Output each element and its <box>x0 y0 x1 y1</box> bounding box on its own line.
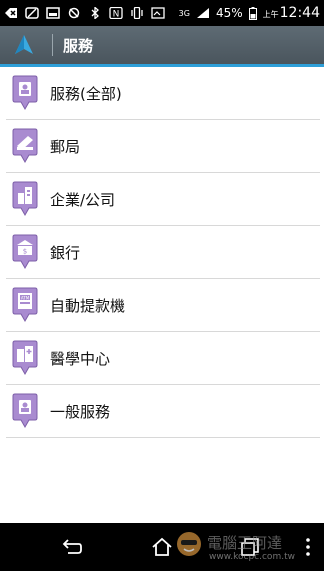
image-notification-icon <box>46 7 60 19</box>
signal-icon <box>196 8 209 18</box>
back-notification-icon <box>5 8 17 18</box>
general-service-icon <box>12 393 38 429</box>
service-category-list: 服務(全部) 郵局 企業/公司 $ 銀行 ATM 自動提款機 醫學中心 一般服務 <box>6 67 320 438</box>
company-icon <box>12 181 38 217</box>
list-item-service-all[interactable]: 服務(全部) <box>6 67 320 120</box>
svg-text:ATM: ATM <box>21 295 30 300</box>
post-office-icon <box>12 128 38 164</box>
status-bar-notifications: N <box>4 7 179 19</box>
watermark: 電腦王阿達 www.kocpc.com.tw <box>175 526 324 568</box>
watermark-url: www.kocpc.com.tw <box>209 552 295 562</box>
watermark-title: 電腦王阿達 <box>207 534 283 552</box>
vibrate-icon <box>131 7 143 19</box>
battery-icon <box>248 6 257 20</box>
list-item-label: 醫學中心 <box>50 349 111 368</box>
svg-text:N: N <box>113 10 120 20</box>
app-logo-icon[interactable] <box>12 33 36 57</box>
status-bar: N 3G 45% 上午 12:44 <box>0 0 324 26</box>
sync-icon <box>68 7 80 19</box>
page-title: 服務 <box>63 36 94 55</box>
list-item-company[interactable]: 企業/公司 <box>6 173 320 226</box>
list-item-bank[interactable]: $ 銀行 <box>6 226 320 279</box>
action-bar-divider <box>52 34 53 56</box>
bank-icon: $ <box>12 234 38 270</box>
clock-am-pm: 上午 <box>262 10 279 19</box>
status-bar-system: 3G 45% 上午 12:44 <box>179 5 320 21</box>
back-icon[interactable] <box>60 535 84 559</box>
no-disturb-icon <box>25 7 39 19</box>
home-icon[interactable] <box>150 535 174 559</box>
list-item-hospital[interactable]: 醫學中心 <box>6 332 320 385</box>
list-item-label: 一般服務 <box>50 402 111 421</box>
battery-percent: 45% <box>215 6 243 20</box>
list-item-label: 服務(全部) <box>50 84 122 103</box>
hospital-icon <box>12 340 38 376</box>
list-item-label: 郵局 <box>50 137 81 156</box>
svg-text:$: $ <box>23 248 27 256</box>
bluetooth-icon <box>91 7 99 19</box>
list-item-atm[interactable]: ATM 自動提款機 <box>6 279 320 332</box>
list-item-post-office[interactable]: 郵局 <box>6 120 320 173</box>
clock-time: 12:44 <box>279 5 320 21</box>
list-item-general-service[interactable]: 一般服務 <box>6 385 320 438</box>
list-item-label: 自動提款機 <box>50 296 126 315</box>
network-type: 3G <box>178 8 190 18</box>
watermark-logo-icon <box>177 532 201 556</box>
list-item-label: 企業/公司 <box>50 190 116 209</box>
screenshot-icon <box>151 7 165 19</box>
nfc-icon: N <box>109 7 123 19</box>
action-bar: 服務 <box>0 26 324 64</box>
service-all-icon <box>12 75 38 111</box>
list-item-label: 銀行 <box>50 243 81 262</box>
atm-icon: ATM <box>12 287 38 323</box>
clock: 上午 12:44 <box>263 5 320 21</box>
